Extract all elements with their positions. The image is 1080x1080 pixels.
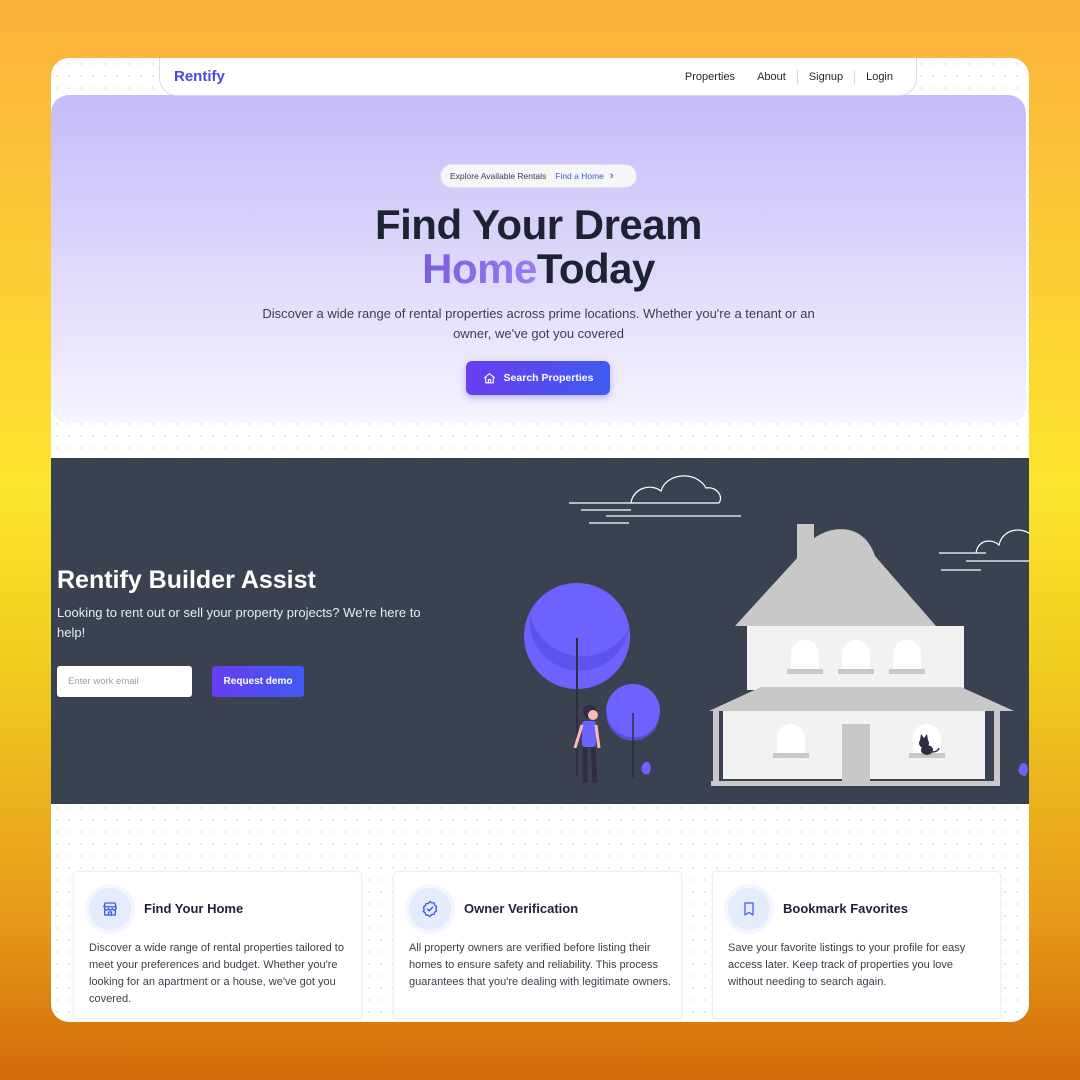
feature-body: All property owners are verified before … bbox=[409, 942, 671, 988]
app-frame: Rentify Properties About Signup Login Ex… bbox=[51, 58, 1029, 1022]
house-figure bbox=[709, 524, 1014, 786]
cloud-icon bbox=[569, 475, 741, 524]
feature-title: Owner Verification bbox=[464, 901, 579, 916]
nav-signup-link[interactable]: Signup bbox=[798, 71, 854, 83]
builder-assist-section: Rentify Builder Assist Looking to rent o… bbox=[51, 458, 1029, 804]
search-properties-label: Search Properties bbox=[503, 372, 594, 384]
navbar: Rentify Properties About Signup Login bbox=[159, 58, 917, 96]
home-icon bbox=[483, 372, 495, 383]
hero-title-line2: HomeToday bbox=[51, 247, 1026, 291]
hero-title-rest: Today bbox=[536, 245, 656, 292]
bookmark-icon bbox=[744, 902, 754, 916]
nav-properties-link[interactable]: Properties bbox=[674, 71, 746, 83]
feature-card-owner-verification: Owner Verification All property owners a… bbox=[393, 871, 682, 1019]
ico-wrap bbox=[409, 888, 451, 930]
request-demo-button[interactable]: Request demo bbox=[212, 666, 304, 697]
brand-logo[interactable]: Rentify bbox=[174, 68, 225, 85]
hero-section: Explore Available Rentals Find a Home › … bbox=[51, 95, 1026, 423]
cloud-icon bbox=[939, 529, 1029, 571]
pill-text: Explore Available Rentals bbox=[450, 171, 547, 181]
ico-wrap bbox=[728, 888, 770, 930]
storefront-icon bbox=[103, 902, 117, 916]
house-illustration bbox=[524, 475, 1029, 786]
hero-subtitle: Discover a wide range of rental properti… bbox=[262, 306, 815, 341]
feature-body: Discover a wide range of rental properti… bbox=[89, 942, 344, 1005]
feature-card-find-home: Find Your Home Discover a wide range of … bbox=[73, 871, 362, 1019]
nav-links: Properties About Signup Login bbox=[674, 69, 904, 84]
builder-subtitle: Looking to rent out or sell your propert… bbox=[57, 605, 421, 640]
find-home-link[interactable]: Find a Home › bbox=[555, 170, 613, 182]
explore-pill[interactable]: Explore Available Rentals Find a Home › bbox=[440, 164, 637, 188]
ico-wrap bbox=[89, 888, 131, 930]
nav-login-link[interactable]: Login bbox=[855, 71, 904, 83]
hero-title-line1: Find Your Dream bbox=[374, 201, 703, 248]
pill-link-label: Find a Home bbox=[555, 171, 604, 181]
feature-body: Save your favorite listings to your prof… bbox=[728, 942, 966, 988]
feature-title: Bookmark Favorites bbox=[783, 901, 908, 916]
work-email-input[interactable] bbox=[57, 666, 192, 697]
person-figure bbox=[573, 705, 601, 784]
search-properties-button[interactable]: Search Properties bbox=[466, 361, 610, 395]
hero-title-accent: Home bbox=[422, 245, 537, 292]
nav-about-link[interactable]: About bbox=[746, 71, 797, 83]
feature-card-bookmark-favorites: Bookmark Favorites Save your favorite li… bbox=[712, 871, 1001, 1019]
hero-title: Find Your Dream HomeToday bbox=[51, 203, 1026, 291]
verified-badge-icon bbox=[422, 900, 438, 918]
feature-title: Find Your Home bbox=[144, 901, 244, 916]
chevron-right-icon: › bbox=[609, 170, 614, 182]
builder-title: Rentify Builder Assist bbox=[57, 566, 316, 594]
